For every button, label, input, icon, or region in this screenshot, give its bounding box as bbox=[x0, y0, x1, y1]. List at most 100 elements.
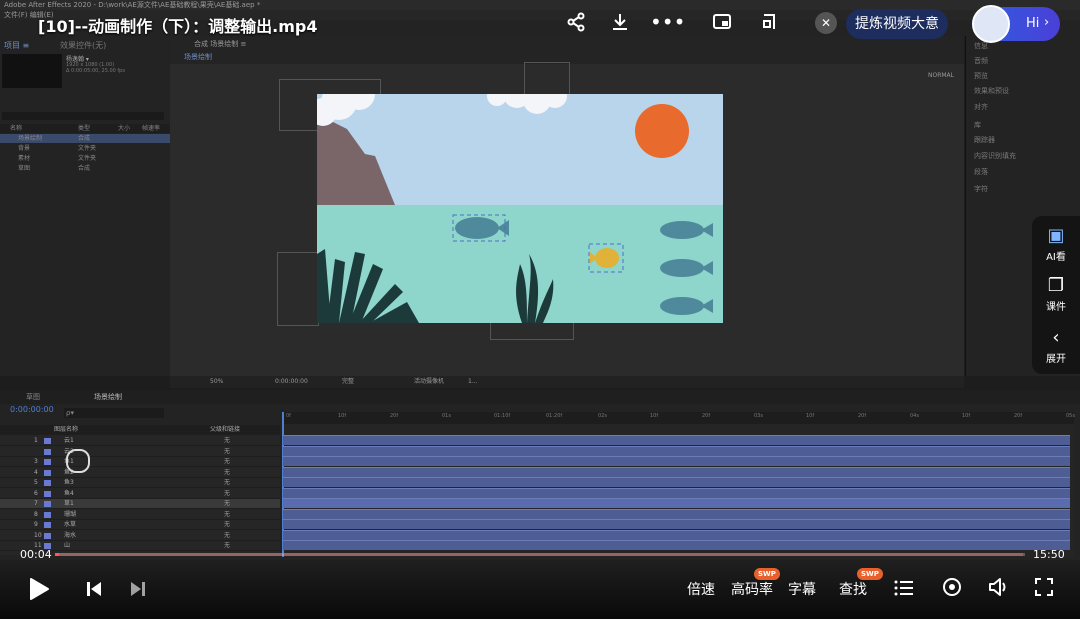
timeline-tab-sketch[interactable]: 草图 bbox=[26, 390, 40, 404]
viewer-subtab[interactable]: 场景绘制 bbox=[184, 52, 212, 62]
rp-character[interactable]: 字符 bbox=[974, 184, 988, 194]
layer-duration-bar[interactable] bbox=[283, 456, 1070, 466]
download-icon[interactable] bbox=[606, 8, 634, 36]
layer-parent-dropdown[interactable]: 无 bbox=[224, 510, 230, 520]
layer-parent-dropdown[interactable]: 无 bbox=[224, 489, 230, 499]
layer-color-swatch[interactable] bbox=[44, 448, 51, 455]
layer-row[interactable]: 3 鱼1 无 bbox=[0, 457, 280, 467]
layer-duration-bar[interactable] bbox=[283, 445, 1070, 456]
close-icon[interactable]: ✕ bbox=[815, 12, 837, 34]
layer-color-swatch[interactable] bbox=[44, 532, 51, 539]
layer-search-input[interactable]: ρ▾ bbox=[64, 408, 164, 418]
rp-library[interactable]: 库 bbox=[974, 120, 981, 130]
quality-dropdown[interactable]: 完整 bbox=[342, 376, 354, 388]
layer-parent-dropdown[interactable]: 无 bbox=[224, 478, 230, 488]
zoom-dropdown[interactable]: 50% bbox=[210, 376, 223, 388]
layer-name[interactable]: 鱼4 bbox=[64, 489, 74, 499]
focus-mode-icon[interactable] bbox=[942, 577, 962, 601]
layer-duration-bar[interactable] bbox=[283, 540, 1070, 550]
layer-duration-bar[interactable] bbox=[283, 498, 1070, 508]
layer-color-swatch[interactable] bbox=[44, 522, 51, 528]
mini-player-icon[interactable] bbox=[756, 8, 784, 36]
layer-name[interactable]: 云1 bbox=[64, 436, 74, 446]
layer-duration-bar[interactable] bbox=[283, 466, 1070, 477]
project-list-item[interactable]: 场景绘制 合成 bbox=[0, 134, 170, 143]
camera-dropdown[interactable]: 活动摄像机 bbox=[414, 376, 444, 388]
project-search-input[interactable] bbox=[2, 112, 164, 120]
project-tab[interactable]: 项目 ≡ bbox=[4, 40, 29, 51]
previous-icon[interactable] bbox=[85, 580, 103, 602]
layer-row[interactable]: 4 鱼2 无 bbox=[0, 468, 280, 478]
layer-duration-bar[interactable] bbox=[283, 435, 1070, 445]
layer-duration-bar[interactable] bbox=[283, 477, 1070, 487]
picture-in-picture-icon[interactable] bbox=[708, 8, 736, 36]
layer-color-swatch[interactable] bbox=[44, 438, 51, 444]
layer-parent-dropdown[interactable]: 无 bbox=[224, 457, 230, 467]
layer-duration-bar[interactable] bbox=[283, 529, 1070, 540]
layer-parent-dropdown[interactable]: 无 bbox=[224, 499, 230, 509]
search-button[interactable]: 查找 bbox=[839, 579, 867, 599]
play-icon[interactable] bbox=[28, 577, 50, 605]
playlist-icon[interactable] bbox=[894, 579, 914, 601]
layer-color-swatch[interactable] bbox=[44, 469, 51, 476]
layer-duration-bar[interactable] bbox=[283, 487, 1070, 498]
hi-assistant-button[interactable]: Hi › bbox=[972, 5, 1060, 43]
effect-controls-tab[interactable]: 效果控件(无) bbox=[60, 40, 106, 51]
viewer-tab[interactable]: 合成 场景绘制 ≡ bbox=[194, 39, 246, 49]
speed-button[interactable]: 倍速 bbox=[687, 579, 715, 599]
layer-name[interactable]: 草1 bbox=[64, 499, 74, 509]
timeline-ruler[interactable]: 0f 10f 20f 01s 01:10f 01:20f 02s 10f 20f 03s 10f 20… bbox=[282, 412, 1075, 424]
rp-audio[interactable]: 音频 bbox=[974, 56, 988, 66]
layer-color-swatch[interactable] bbox=[44, 459, 51, 465]
next-icon[interactable] bbox=[129, 580, 147, 602]
layer-row[interactable]: 云2 无 bbox=[0, 447, 280, 457]
layer-row[interactable]: 5 鱼3 无 bbox=[0, 478, 280, 488]
layer-name[interactable]: 鱼3 bbox=[64, 478, 74, 488]
rp-tracker[interactable]: 跟踪器 bbox=[974, 135, 995, 145]
project-list-item[interactable]: 背景 文件夹 bbox=[0, 144, 170, 153]
composition-canvas[interactable] bbox=[317, 94, 723, 323]
layer-parent-dropdown[interactable]: 无 bbox=[224, 520, 230, 530]
layer-name[interactable]: 海水 bbox=[64, 531, 76, 541]
views-dropdown[interactable]: 1... bbox=[468, 376, 478, 388]
rp-preview[interactable]: 预览 bbox=[974, 71, 988, 81]
layer-row[interactable]: 9 水草 无 bbox=[0, 520, 280, 530]
layer-row[interactable]: 7 草1 无 bbox=[0, 499, 280, 509]
layer-duration-bar[interactable] bbox=[283, 519, 1070, 529]
layer-name[interactable]: 山 bbox=[64, 541, 70, 551]
layer-duration-bar[interactable] bbox=[283, 508, 1070, 519]
viewer-time[interactable]: 0:00:00:00 bbox=[275, 376, 308, 388]
volume-icon[interactable] bbox=[988, 577, 1010, 601]
project-list-item[interactable]: 素材 文件夹 bbox=[0, 154, 170, 163]
summary-button[interactable]: 提炼视频大意 bbox=[846, 9, 948, 39]
layer-row[interactable]: 10 海水 无 bbox=[0, 531, 280, 541]
layer-parent-dropdown[interactable]: 无 bbox=[224, 468, 230, 478]
quality-button[interactable]: 高码率 bbox=[731, 579, 773, 599]
layer-row[interactable]: 1 云1 无 bbox=[0, 436, 280, 446]
rp-content-aware[interactable]: 内容识别填充 bbox=[974, 151, 1016, 161]
rp-effects[interactable]: 效果和预设 bbox=[974, 86, 1009, 96]
ai-view-button[interactable]: ▣ AI看 bbox=[1032, 226, 1080, 264]
subtitle-button[interactable]: 字幕 bbox=[788, 579, 816, 599]
layer-parent-dropdown[interactable]: 无 bbox=[224, 436, 230, 446]
layer-name[interactable]: 水草 bbox=[64, 520, 76, 530]
timeline-timecode[interactable]: 0:00:00:00 bbox=[10, 405, 54, 414]
layer-row[interactable]: 6 鱼4 无 bbox=[0, 489, 280, 499]
layer-parent-dropdown[interactable]: 无 bbox=[224, 531, 230, 541]
layer-parent-dropdown[interactable]: 无 bbox=[224, 447, 230, 457]
expand-button[interactable]: ‹ 展开 bbox=[1032, 328, 1080, 366]
layer-parent-dropdown[interactable]: 无 bbox=[224, 541, 230, 551]
rp-align[interactable]: 对齐 bbox=[974, 102, 988, 112]
layer-row[interactable]: 8 珊瑚 无 bbox=[0, 510, 280, 520]
layer-color-swatch[interactable] bbox=[44, 480, 51, 486]
fullscreen-icon[interactable] bbox=[1034, 577, 1054, 601]
more-icon[interactable]: ••• bbox=[650, 8, 685, 36]
layer-color-swatch[interactable] bbox=[44, 501, 51, 507]
timeline-tab-scene[interactable]: 场景绘制 bbox=[94, 390, 122, 404]
rp-paragraph[interactable]: 段落 bbox=[974, 167, 988, 177]
layer-name[interactable]: 珊瑚 bbox=[64, 510, 76, 520]
courseware-button[interactable]: ❐ 课件 bbox=[1032, 276, 1080, 314]
layer-color-swatch[interactable] bbox=[44, 490, 51, 497]
share-icon[interactable] bbox=[562, 8, 590, 36]
project-list-item[interactable]: 草图 合成 bbox=[0, 164, 170, 173]
